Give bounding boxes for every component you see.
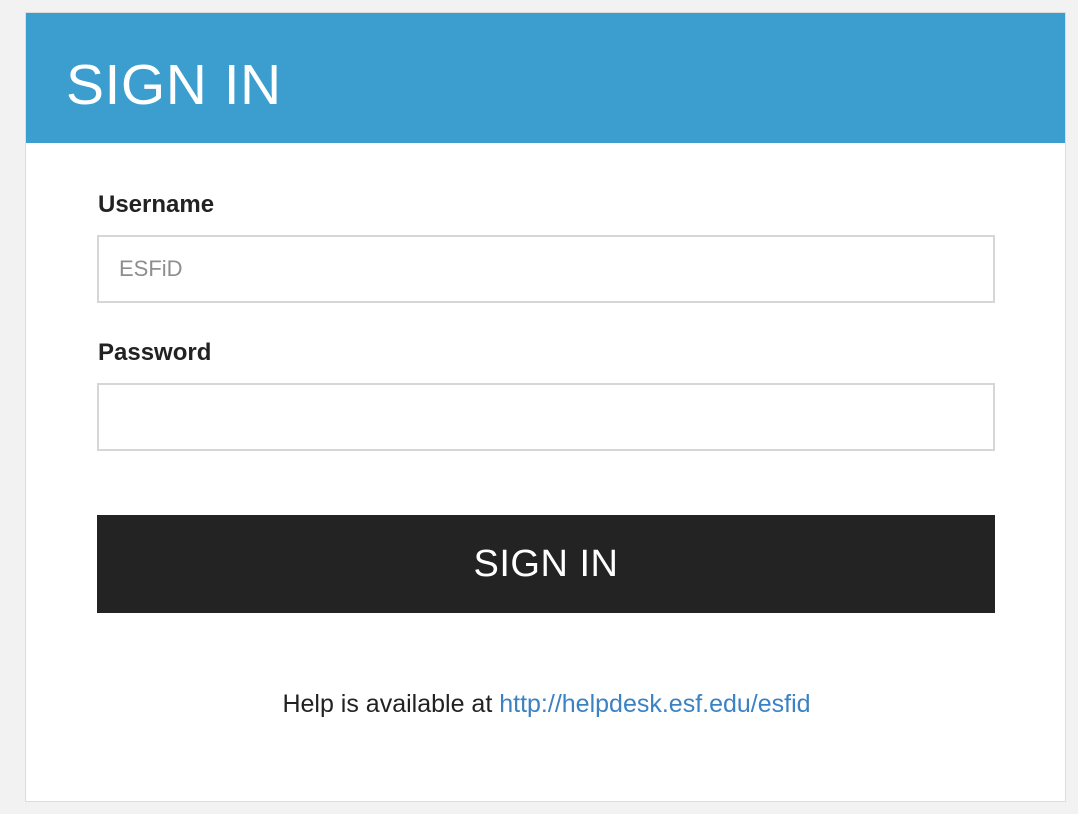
help-text: Help is available at http://helpdesk.esf… xyxy=(26,689,1067,719)
password-input[interactable] xyxy=(97,383,995,451)
username-label: Username xyxy=(98,191,215,218)
page-title: SIGN IN xyxy=(66,53,282,117)
signin-card: SIGN IN Username Password SIGN IN Help i… xyxy=(25,12,1066,802)
username-input[interactable] xyxy=(97,235,995,303)
password-label: Password xyxy=(98,339,212,366)
card-header: SIGN IN xyxy=(26,13,1065,143)
help-text-label: Help is available at xyxy=(282,690,493,718)
sign-in-button[interactable]: SIGN IN xyxy=(97,515,995,613)
helpdesk-link[interactable]: http://helpdesk.esf.edu/esfid xyxy=(499,690,810,718)
